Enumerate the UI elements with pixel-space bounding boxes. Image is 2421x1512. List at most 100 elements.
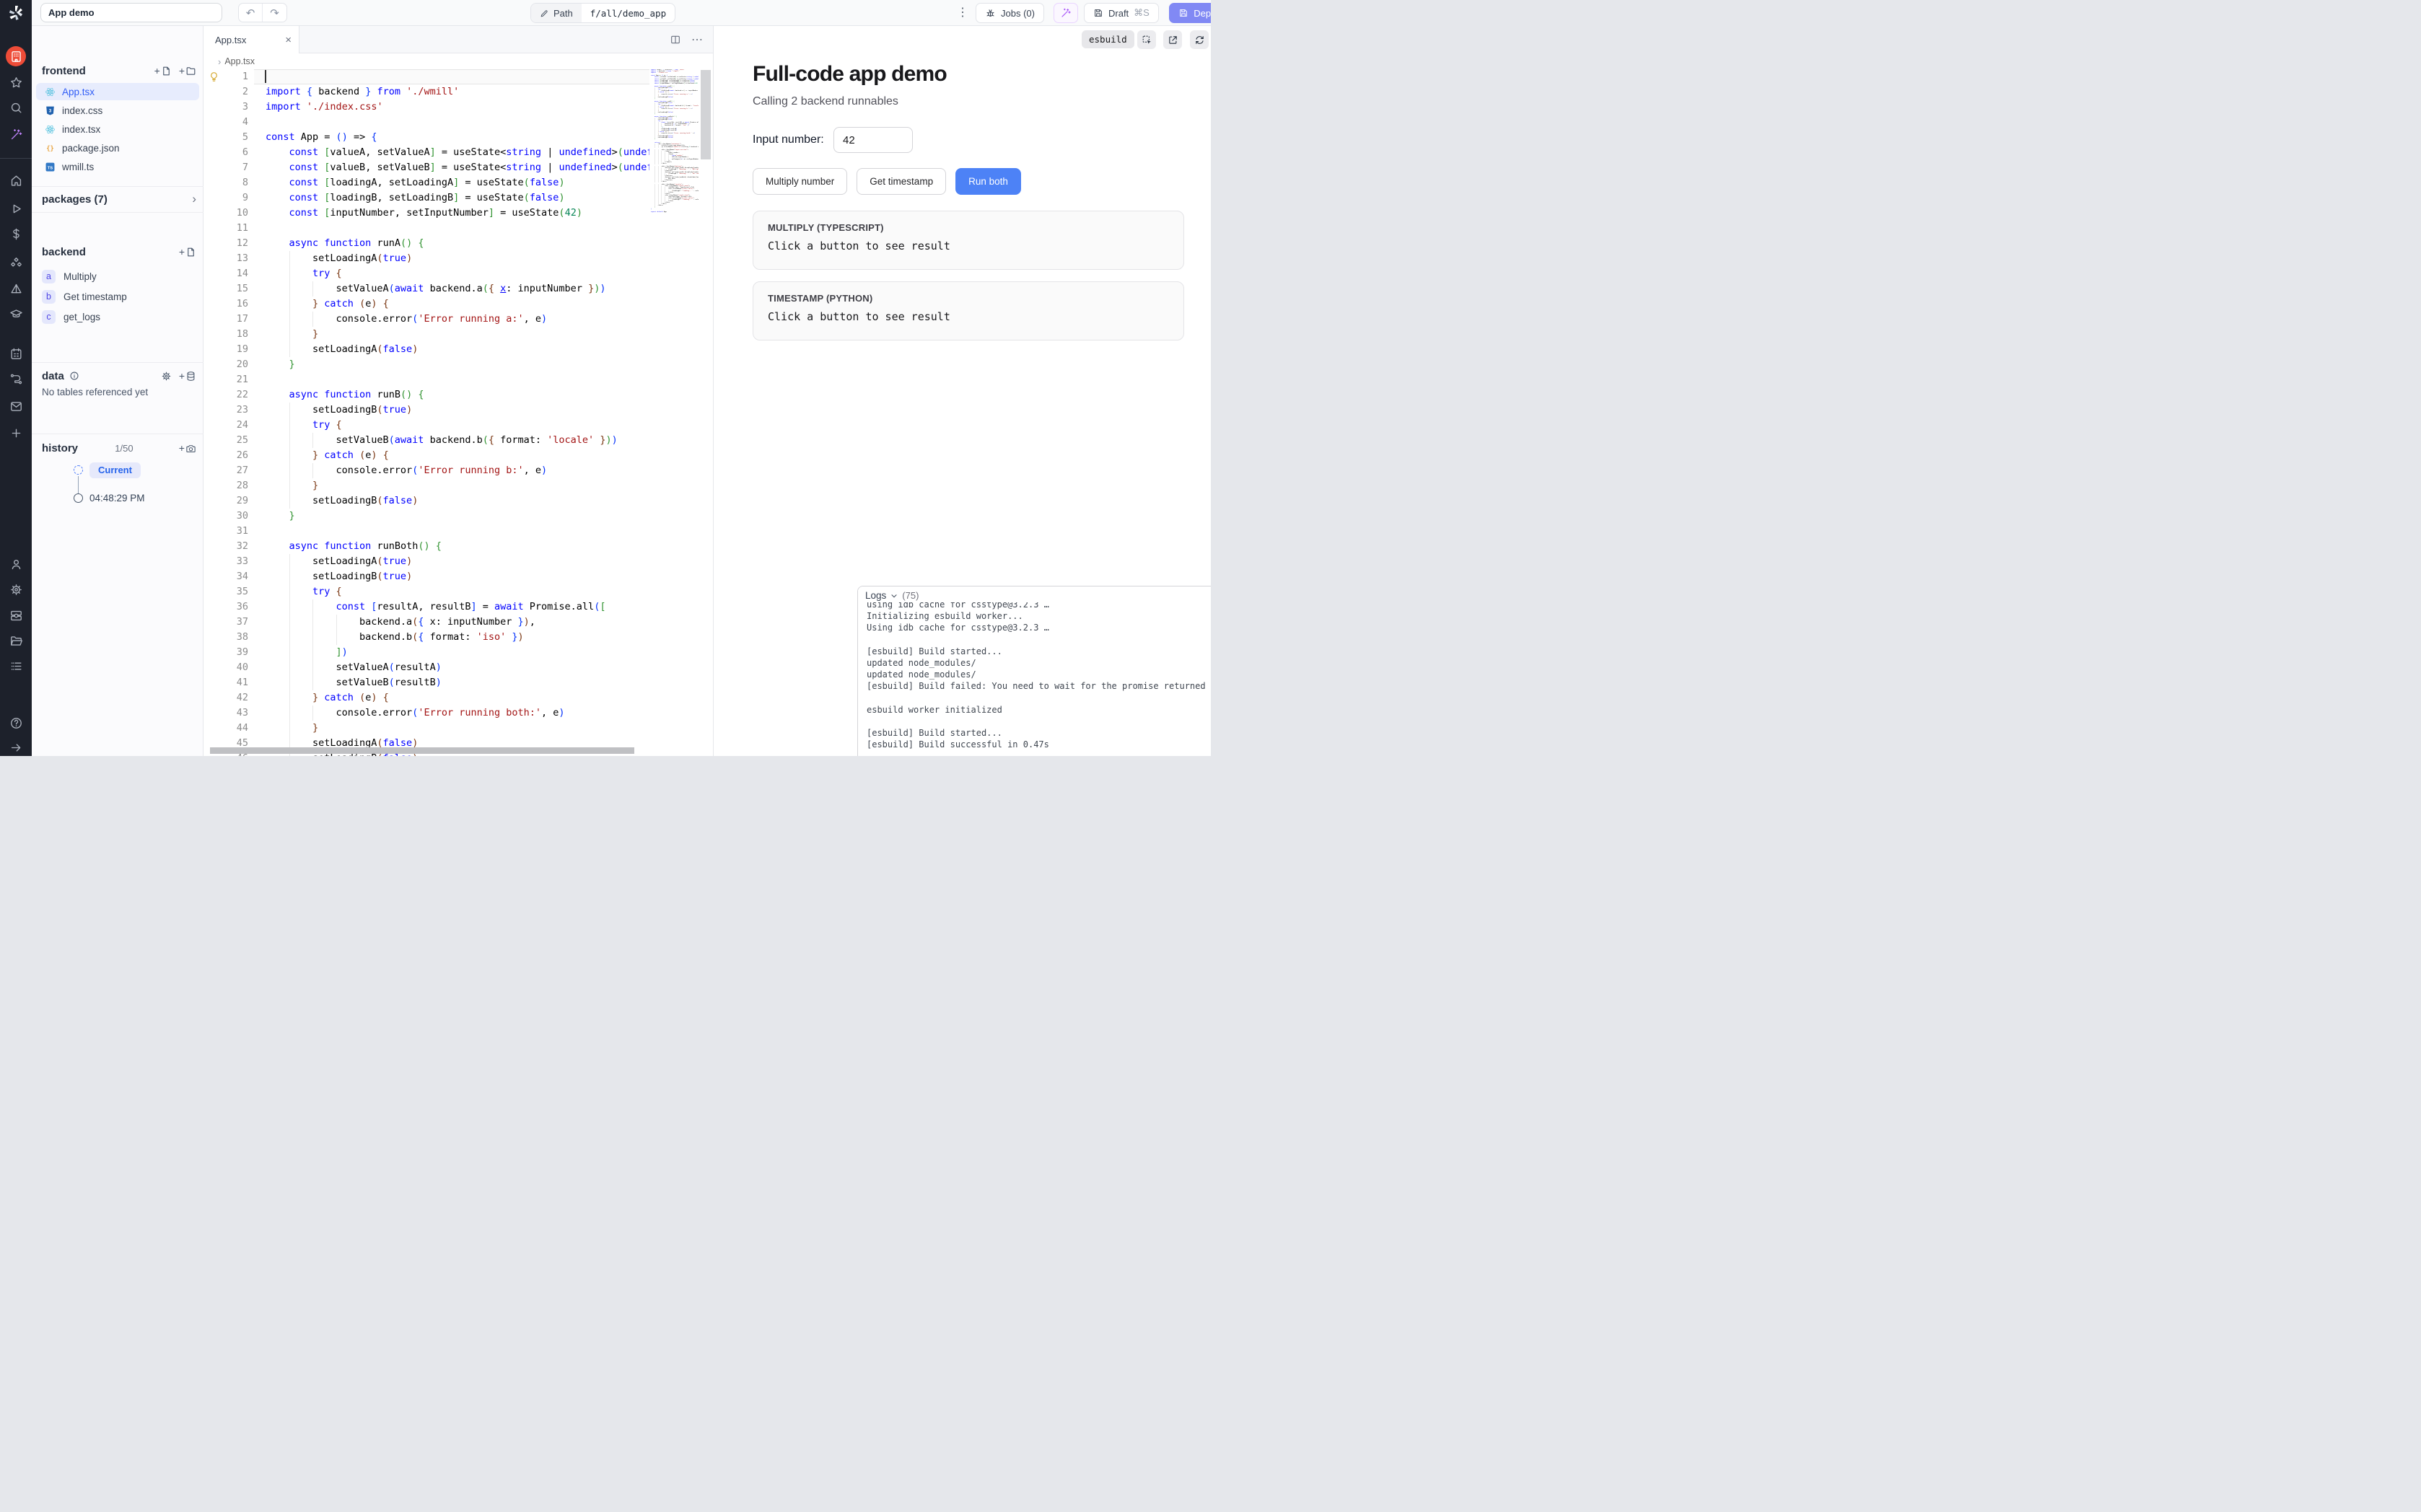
line-number: 11	[203, 221, 248, 236]
rail-help-icon[interactable]	[6, 713, 26, 733]
packages-section-row[interactable]: packages (7) ›	[42, 190, 196, 208]
text-cursor	[265, 70, 266, 83]
data-empty-text: No tables referenced yet	[42, 387, 148, 397]
open-external-button[interactable]	[1163, 30, 1182, 49]
split-editor-icon[interactable]	[670, 34, 681, 45]
svg-text:{}: {}	[46, 145, 54, 152]
code-text: async function runBoth() {	[266, 540, 442, 552]
rail-settings-icon[interactable]	[6, 579, 26, 599]
code-text: setLoadingB(false)	[266, 495, 418, 506]
select-cursor-icon	[1142, 35, 1152, 45]
history-current-node[interactable]	[74, 465, 83, 475]
add-file-button[interactable]: +	[154, 65, 172, 76]
backend-runnable-get_logs[interactable]: cget_logs	[36, 308, 199, 325]
deploy-button[interactable]: Deploy	[1169, 3, 1211, 23]
run-both-button[interactable]: Run both	[955, 168, 1021, 195]
get-timestamp-button[interactable]: Get timestamp	[857, 168, 946, 195]
redo-button[interactable]: ↷	[263, 4, 286, 22]
line-number: 12	[203, 236, 248, 251]
editor-horizontal-scrollbar[interactable]	[210, 747, 634, 754]
path-control[interactable]: Path f/all/demo_app	[530, 3, 675, 23]
code-area[interactable]: 1import React, { useState } from 'react'…	[203, 69, 649, 756]
preview-app-title: Full-code app demo	[753, 62, 947, 87]
breadcrumb[interactable]: › App.tsx	[203, 53, 713, 69]
data-section-header: data +	[42, 367, 196, 384]
backend-runnable-multiply[interactable]: aMultiply	[36, 268, 199, 285]
minimap[interactable]: import React, { useState } from 'react'i…	[649, 69, 699, 444]
rail-search-icon[interactable]	[6, 97, 26, 118]
add-folder-button[interactable]: +	[179, 65, 196, 76]
app-name-input[interactable]	[40, 3, 222, 22]
logs-header[interactable]: Logs (75)	[858, 586, 1211, 602]
rail-resources-icon[interactable]	[6, 252, 26, 273]
undo-button[interactable]: ↶	[239, 4, 263, 22]
code-line-40: 40 setValueA(resultA)	[203, 660, 649, 675]
kebab-menu-icon[interactable]: ⋮	[954, 4, 971, 22]
rail-audit-logs-icon[interactable]	[6, 656, 26, 676]
code-line-26: 26 } catch (e) {	[203, 448, 649, 463]
code-text: const App = () => {	[266, 131, 377, 143]
backend-runnable-get-timestamp[interactable]: bGet timestamp	[36, 288, 199, 305]
code-line-29: 29 setLoadingB(false)	[203, 493, 649, 509]
rail-star-icon[interactable]	[6, 72, 26, 92]
rail-calendar-icon[interactable]	[6, 343, 26, 364]
rail-expand-icon[interactable]	[6, 737, 26, 756]
rail-workers-icon[interactable]	[6, 605, 26, 625]
line-number: 1	[203, 69, 248, 84]
save-icon	[1178, 8, 1188, 18]
rail-home-icon[interactable]	[6, 170, 26, 190]
history-version-node[interactable]	[74, 493, 83, 503]
rail-folders-icon[interactable]	[6, 630, 26, 651]
input-number-field[interactable]	[833, 127, 913, 153]
editor-vertical-scrollbar[interactable]	[701, 70, 711, 159]
code-text: console.error('Error running both:', e)	[266, 707, 565, 718]
file-row-App.tsx[interactable]: App.tsx	[36, 83, 199, 100]
ai-wand-button[interactable]	[1054, 3, 1078, 23]
line-number: 22	[203, 387, 248, 403]
add-runnable-button[interactable]: +	[179, 246, 196, 258]
snapshot-button[interactable]: +	[179, 442, 196, 454]
multiply-number-button[interactable]: Multiply number	[753, 168, 847, 195]
more-icon[interactable]: ⋯	[691, 32, 703, 47]
folder-icon	[185, 66, 196, 76]
file-row-index.css[interactable]: 3index.css	[36, 102, 199, 119]
rail-learn-icon[interactable]	[6, 304, 26, 324]
history-title: history	[42, 442, 78, 454]
component-select-button[interactable]	[1137, 30, 1156, 49]
history-current-badge[interactable]: Current	[89, 462, 141, 478]
rail-apps-icon[interactable]	[6, 46, 26, 66]
topbar: ↶ ↷ Path f/all/demo_app ⋮ Jobs (0)	[32, 0, 1211, 26]
rail-magic-wand-icon[interactable]	[6, 124, 26, 144]
add-table-button[interactable]: +	[179, 370, 196, 382]
file-row-package.json[interactable]: {}package.json	[36, 139, 199, 157]
tab-app-tsx[interactable]: App.tsx ×	[203, 26, 299, 53]
rail-mail-icon[interactable]	[6, 396, 26, 416]
log-line	[867, 634, 1202, 646]
rail-variables-icon[interactable]	[6, 224, 26, 244]
rail-routes-icon[interactable]	[6, 369, 26, 389]
history-timestamp[interactable]: 04:48:29 PM	[89, 493, 145, 504]
code-text: const [loadingB, setLoadingB] = useState…	[266, 192, 565, 203]
file-row-index.tsx[interactable]: index.tsx	[36, 120, 199, 138]
rail-divider	[0, 158, 32, 159]
rail-runs-icon[interactable]	[6, 198, 26, 219]
code-text: setLoadingB(true)	[266, 571, 412, 582]
code-line-17: 17 console.error('Error running a:', e)	[203, 312, 649, 327]
tab-label: App.tsx	[215, 35, 246, 45]
rail-user-icon[interactable]	[6, 554, 26, 574]
code-text: } catch (e) {	[266, 692, 389, 703]
file-row-wmill.ts[interactable]: TSwmill.ts	[36, 158, 199, 175]
data-settings-button[interactable]	[161, 371, 172, 382]
frontend-title: frontend	[42, 65, 86, 77]
windmill-logo-icon[interactable]	[7, 4, 25, 22]
database-icon	[185, 371, 196, 382]
code-line-11: 11	[203, 221, 649, 236]
result-card: MULTIPLY (TYPESCRIPT)Click a button to s…	[753, 211, 1184, 270]
code-text: setValueA(await backend.a({ x: inputNumb…	[266, 283, 606, 294]
draft-button[interactable]: Draft ⌘S	[1084, 3, 1159, 23]
jobs-button[interactable]: Jobs (0)	[976, 3, 1044, 23]
rail-schedules-icon[interactable]	[6, 278, 26, 299]
refresh-button[interactable]	[1190, 30, 1209, 49]
close-icon[interactable]: ×	[285, 34, 292, 46]
rail-plus-icon[interactable]	[6, 423, 26, 443]
